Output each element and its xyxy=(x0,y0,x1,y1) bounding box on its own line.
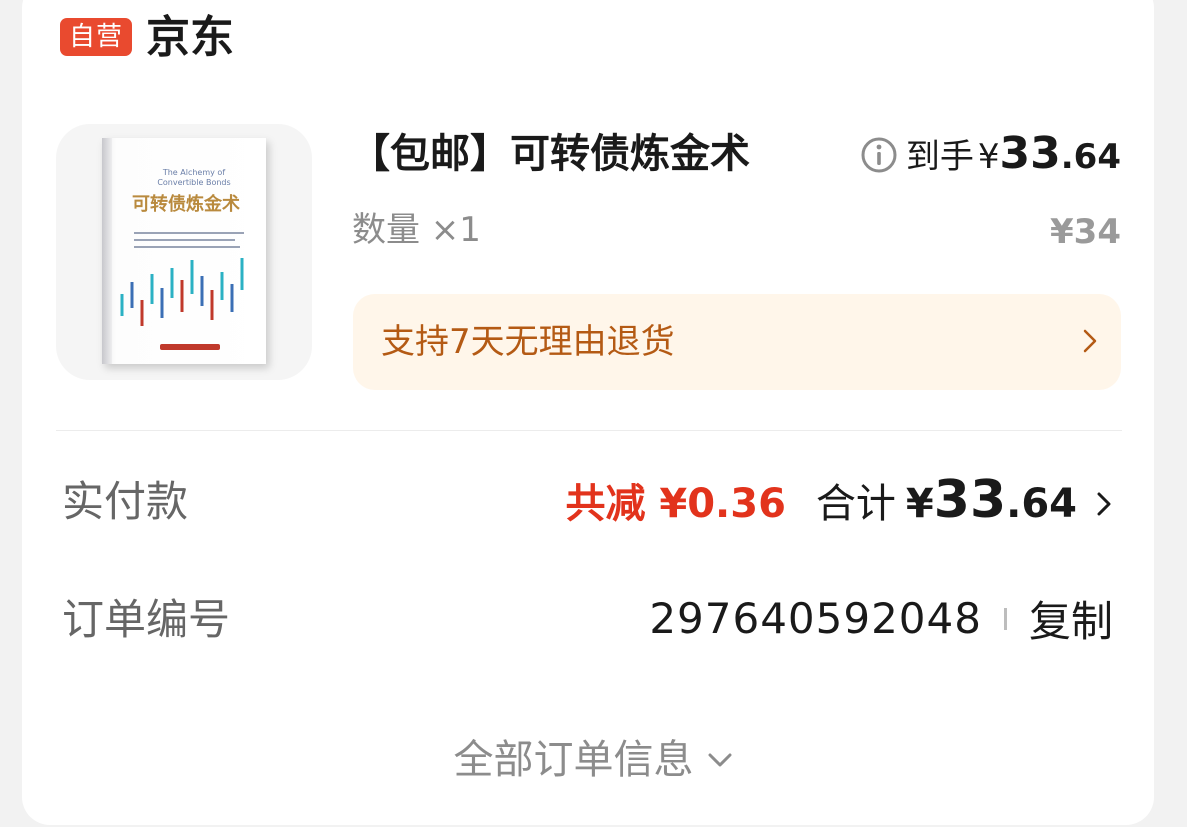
total-label: 合计 xyxy=(815,481,896,527)
book-english-title-line2: Convertible Bonds xyxy=(157,178,231,187)
payment-label: 实付款 xyxy=(62,477,189,526)
total-currency: ¥ xyxy=(905,481,934,527)
product-thumbnail[interactable]: The Alchemy of Convertible Bonds 可转债炼金术 xyxy=(56,124,312,380)
copy-button[interactable]: 复制 xyxy=(1029,588,1113,649)
separator xyxy=(1003,607,1007,630)
price-currency: ¥ xyxy=(977,137,1000,177)
book-cover-image: The Alchemy of Convertible Bonds 可转债炼金术 xyxy=(102,138,266,364)
all-order-info-label: 全部订单信息 xyxy=(453,737,694,783)
order-number: 297640592048 xyxy=(649,594,982,643)
total-integer: 33 xyxy=(933,470,1007,530)
final-price: 到手 ¥ 33 .64 xyxy=(860,128,1121,179)
total-decimal: .64 xyxy=(1006,481,1077,527)
chevron-right-icon xyxy=(1083,329,1097,353)
book-english-title-line1: The Alchemy of xyxy=(162,168,226,177)
chevron-right-icon xyxy=(1097,492,1111,516)
order-number-row: 297640592048 复制 xyxy=(649,588,1113,649)
price-decimal: .64 xyxy=(1060,137,1121,177)
info-circle-icon[interactable] xyxy=(860,136,898,174)
order-number-label: 订单编号 xyxy=(62,595,231,644)
return-policy-banner[interactable]: 支持7天无理由退货 xyxy=(353,294,1121,390)
chevron-down-icon xyxy=(708,753,731,767)
product-title[interactable]: 【包邮】可转债炼金术 xyxy=(350,124,750,184)
original-price: ¥34 xyxy=(1050,212,1121,252)
book-chinese-title: 可转债炼金术 xyxy=(132,194,240,215)
quantity: 数量 ×1 xyxy=(352,210,481,250)
payment-summary[interactable]: 共减 ¥0.36 合计 ¥ 33 .64 xyxy=(565,470,1113,530)
book-spine xyxy=(102,138,112,364)
self-operated-badge: 自营 xyxy=(60,18,132,56)
return-policy-text: 支持7天无理由退货 xyxy=(381,322,675,362)
price-label: 到手 xyxy=(905,137,974,177)
all-order-info-button[interactable]: 全部订单信息 xyxy=(0,730,1187,790)
section-divider xyxy=(56,430,1122,431)
book-publisher-logo xyxy=(160,344,220,350)
book-english-title: The Alchemy of Convertible Bonds xyxy=(138,168,250,188)
discount-amount: 共减 ¥0.36 xyxy=(565,481,786,527)
book-candlestick-graphic xyxy=(120,258,244,326)
store-name[interactable]: 京东 xyxy=(146,8,234,68)
book-blurb-lines xyxy=(134,232,244,253)
price-integer: 33 xyxy=(999,128,1061,179)
